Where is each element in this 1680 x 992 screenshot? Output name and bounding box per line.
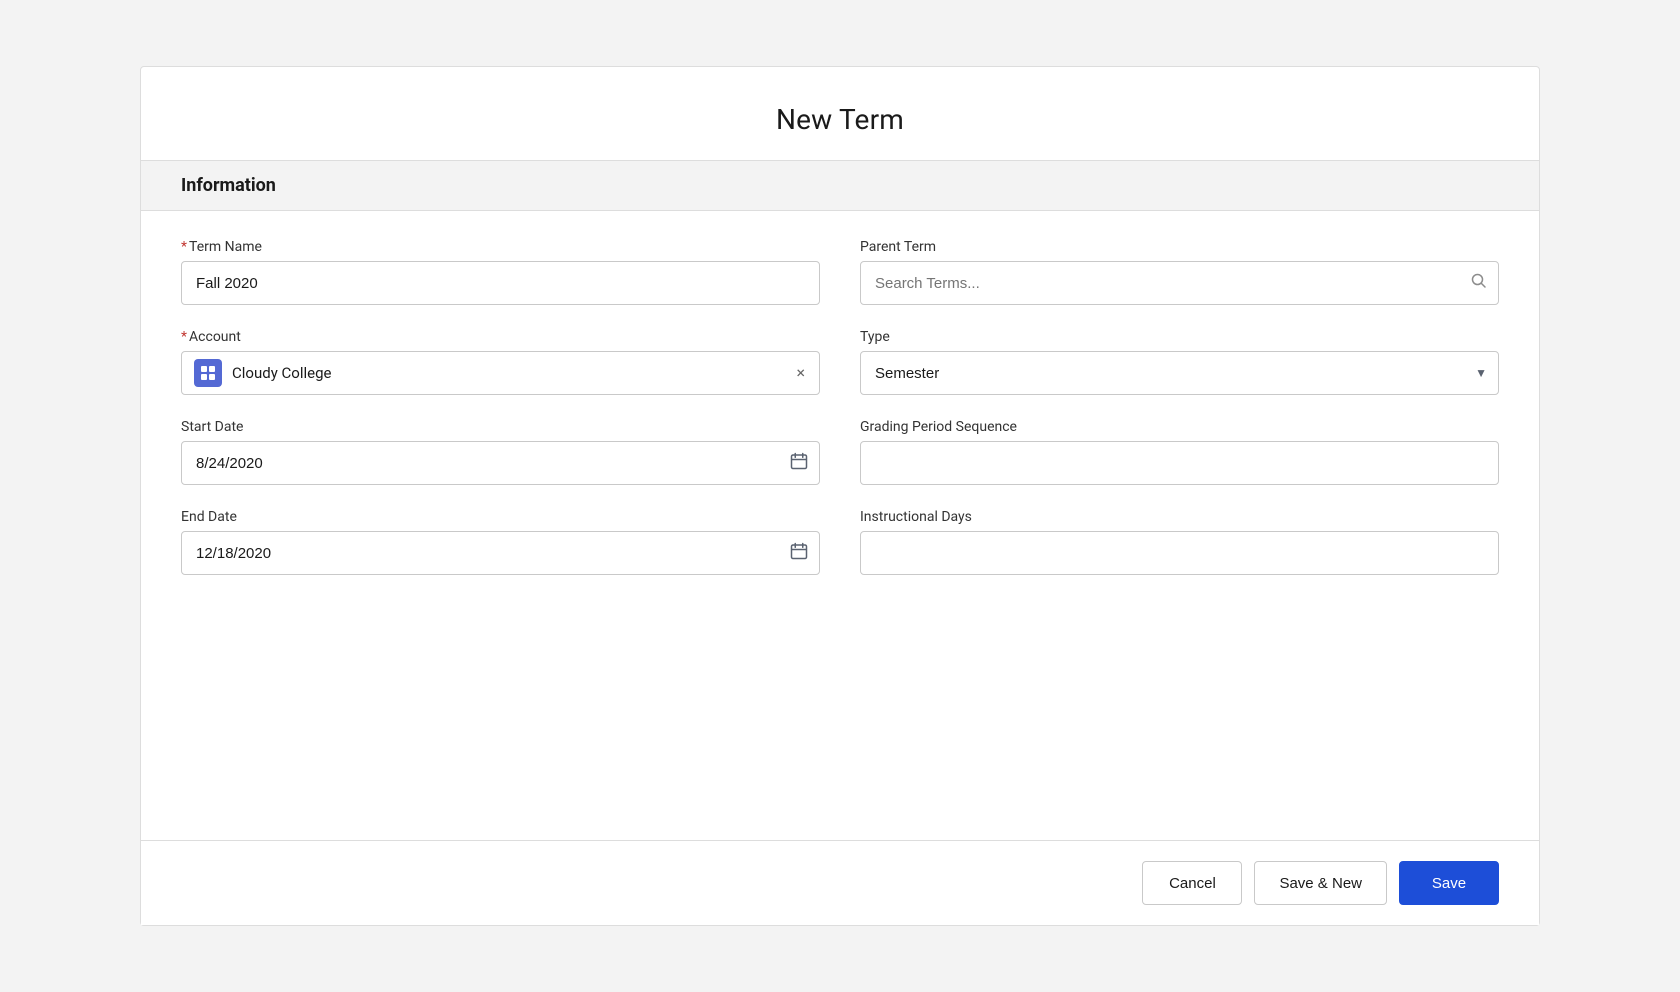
parent-term-search-wrapper [860,261,1499,305]
end-date-group: End Date [181,509,820,575]
term-name-input[interactable] [181,261,820,305]
account-name: Cloudy College [232,364,784,382]
modal-title: New Term [181,103,1499,136]
grading-period-group: Grading Period Sequence [860,419,1499,485]
type-select-wrapper: Semester Quarter Mini-Term Custom ▼ [860,351,1499,395]
modal-header: New Term [141,67,1539,160]
section-header: Information [141,160,1539,211]
form-body: * Term Name Parent Term [141,211,1539,840]
required-star-term-name: * [181,239,187,255]
end-date-label: End Date [181,509,820,525]
save-new-button[interactable]: Save & New [1254,861,1387,905]
instructional-days-input[interactable] [860,531,1499,575]
grading-period-label: Grading Period Sequence [860,419,1499,435]
type-group: Type Semester Quarter Mini-Term Custom ▼ [860,329,1499,395]
modal-footer: Cancel Save & New Save [141,840,1539,925]
form-row-3: Start Date Grading Period Sequence [181,419,1499,485]
cancel-button[interactable]: Cancel [1142,861,1242,905]
form-row-1: * Term Name Parent Term [181,239,1499,305]
instructional-days-label: Instructional Days [860,509,1499,525]
parent-term-group: Parent Term [860,239,1499,305]
type-label: Type [860,329,1499,345]
account-group: * Account Cloudy College × [181,329,820,395]
start-date-group: Start Date [181,419,820,485]
account-clear-button[interactable]: × [794,363,807,383]
start-date-input-wrapper [181,441,820,485]
parent-term-label: Parent Term [860,239,1499,255]
save-button[interactable]: Save [1399,861,1499,905]
account-field[interactable]: Cloudy College × [181,351,820,395]
form-row-4: End Date Instructional Days [181,509,1499,575]
modal: New Term Information * Term Name Parent … [140,66,1540,926]
form-row-2: * Account Cloudy College × [181,329,1499,395]
start-date-input[interactable] [181,441,820,485]
type-select[interactable]: Semester Quarter Mini-Term Custom [860,351,1499,395]
parent-term-input[interactable] [860,261,1499,305]
required-star-account: * [181,329,187,345]
start-date-label: Start Date [181,419,820,435]
end-date-input-wrapper [181,531,820,575]
account-icon [194,359,222,387]
end-date-input[interactable] [181,531,820,575]
term-name-label: * Term Name [181,239,820,255]
term-name-group: * Term Name [181,239,820,305]
grading-period-input[interactable] [860,441,1499,485]
instructional-days-group: Instructional Days [860,509,1499,575]
account-label: * Account [181,329,820,345]
section-title: Information [181,175,276,196]
